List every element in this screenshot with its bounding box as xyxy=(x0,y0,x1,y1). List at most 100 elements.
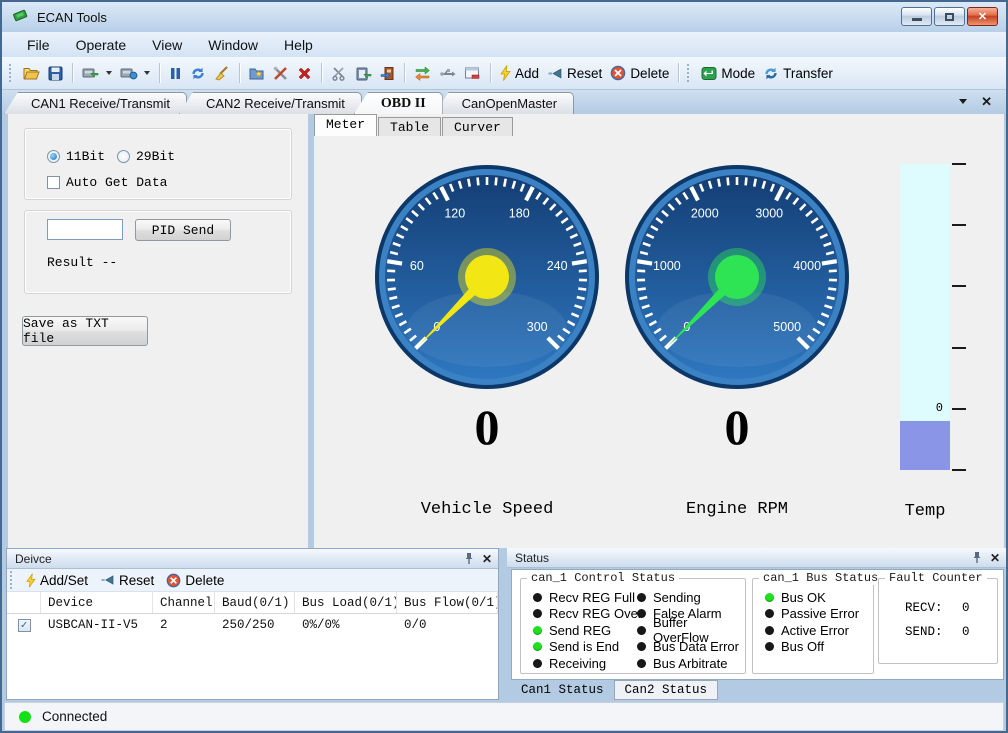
open-file-button[interactable] xyxy=(19,63,44,84)
menu-help[interactable]: Help xyxy=(271,34,326,56)
column-header[interactable]: Bus Load(0/1) xyxy=(295,592,397,613)
delete-item-button[interactable] xyxy=(293,63,316,84)
svg-text:3000: 3000 xyxy=(755,207,783,221)
led-off-icon xyxy=(637,659,646,668)
status-panel-titlebar: Status ✕ xyxy=(507,548,1006,568)
tab-list-dropdown[interactable] xyxy=(959,99,967,104)
fault-send-value: 0 xyxy=(962,625,970,639)
status-panel-title: Status xyxy=(515,551,549,565)
menu-window[interactable]: Window xyxy=(195,34,271,56)
reset-button[interactable]: Reset xyxy=(543,63,606,84)
mode-button[interactable]: Mode xyxy=(697,63,759,84)
vehicle-speed-gauge: 060120180240300 xyxy=(374,164,600,390)
device-add-set-label: Add/Set xyxy=(40,573,88,588)
radio-29bit-circle[interactable] xyxy=(117,150,130,163)
temp-tick xyxy=(952,347,966,349)
temp-zero-label: 0 xyxy=(936,401,943,415)
auto-get-data-checkbox[interactable] xyxy=(47,176,60,189)
maximize-button[interactable] xyxy=(934,7,965,26)
usb-button[interactable] xyxy=(435,63,460,84)
disconnect-dropdown-caret[interactable] xyxy=(144,71,150,75)
open-folder-icon xyxy=(23,66,40,81)
pid-send-button[interactable]: PID Send xyxy=(135,219,231,241)
device-delete-button[interactable]: Delete xyxy=(160,573,230,588)
radio-11bit-label: 11Bit xyxy=(66,149,105,164)
connect-device-button[interactable] xyxy=(78,63,116,84)
pid-input[interactable] xyxy=(47,219,123,240)
cut-button[interactable] xyxy=(327,63,351,84)
device-close-icon[interactable]: ✕ xyxy=(482,553,492,565)
meter-tab-table[interactable]: Table xyxy=(378,117,441,136)
menu-operate[interactable]: Operate xyxy=(63,34,140,56)
menu-file[interactable]: File xyxy=(14,34,63,56)
connect-dropdown-caret[interactable] xyxy=(106,71,112,75)
save-txt-button[interactable]: Save as TXT file xyxy=(22,316,148,346)
menu-view[interactable]: View xyxy=(139,34,195,56)
tab-obd-ii[interactable]: OBD II xyxy=(354,92,443,114)
paste-button[interactable] xyxy=(351,63,376,84)
device-reset-button[interactable]: Reset xyxy=(94,573,160,588)
titlebar: ECAN Tools ✕ xyxy=(2,2,1006,32)
device-pin-icon[interactable] xyxy=(464,552,474,565)
column-header[interactable]: Bus Flow(0/1) xyxy=(397,592,498,613)
status-led-row: Active Error xyxy=(765,622,859,639)
tab-close-button[interactable]: ✕ xyxy=(981,95,992,108)
tools-button[interactable] xyxy=(269,63,293,84)
status-led-row: Recv REG Over xyxy=(533,606,642,623)
refresh-button[interactable] xyxy=(186,63,210,84)
clear-button[interactable] xyxy=(210,63,234,84)
status-led-label: Passive Error xyxy=(781,606,859,621)
reset-arrow-icon xyxy=(100,574,115,586)
delete-button[interactable]: Delete xyxy=(606,62,673,84)
save-button[interactable] xyxy=(44,63,67,84)
device-panel: Deivce ✕ Add/Set Reset xyxy=(6,548,499,700)
window-minus-icon xyxy=(464,66,481,81)
delete-circle-icon xyxy=(610,65,626,81)
meter-content: 060120180240300 010002000300040005000 0 … xyxy=(314,136,1004,548)
svg-text:120: 120 xyxy=(444,207,465,221)
status-pin-icon[interactable] xyxy=(972,551,982,564)
tab-can2-receive-transmit[interactable]: CAN2 Receive/Transmit xyxy=(179,92,362,114)
close-button[interactable]: ✕ xyxy=(967,7,998,26)
meter-tab-meter[interactable]: Meter xyxy=(314,114,377,136)
transfer-button[interactable]: Transfer xyxy=(759,63,837,84)
device-row-checkbox[interactable]: ✓ xyxy=(18,619,31,632)
add-button[interactable]: Add xyxy=(496,62,543,84)
new-folder-icon xyxy=(249,66,265,81)
status-led-row: Passive Error xyxy=(765,606,859,623)
import-button[interactable] xyxy=(376,63,399,84)
fault-counter-title: Fault Counter xyxy=(885,571,987,585)
status-led-row: Bus Arbitrate xyxy=(637,655,745,672)
status-led-label: Bus Arbitrate xyxy=(653,656,727,671)
meter-tab-curver[interactable]: Curver xyxy=(442,117,513,136)
column-header[interactable]: Channel xyxy=(153,592,215,613)
status-tab-can2-status[interactable]: Can2 Status xyxy=(614,680,719,700)
auto-get-data-label: Auto Get Data xyxy=(66,175,167,190)
radio-11bit-circle[interactable] xyxy=(47,150,60,163)
swap-button[interactable] xyxy=(410,63,435,84)
status-close-icon[interactable]: ✕ xyxy=(990,552,1000,564)
auto-get-data-checkbox-row[interactable]: Auto Get Data xyxy=(47,175,167,190)
new-item-button[interactable] xyxy=(245,63,269,84)
status-tab-can1-status[interactable]: Can1 Status xyxy=(511,680,614,700)
device-row[interactable]: ✓USBCAN-II-V52250/2500%/0%0/0 xyxy=(7,614,498,636)
fault-recv-value: 0 xyxy=(962,601,970,615)
svg-text:180: 180 xyxy=(509,207,530,221)
red-x-icon xyxy=(297,66,312,81)
tab-canopenmaster[interactable]: CanOpenMaster xyxy=(435,92,574,114)
minimize-button[interactable] xyxy=(901,7,932,26)
tab-can1-receive-transmit[interactable]: CAN1 Receive/Transmit xyxy=(4,92,187,114)
disconnect-device-button[interactable] xyxy=(116,63,154,84)
status-led-row: Sending xyxy=(637,589,745,606)
status-led-row: Bus OK xyxy=(765,589,859,606)
column-header[interactable]: Device xyxy=(41,592,153,613)
radio-11bit[interactable]: 11Bit xyxy=(47,149,105,164)
temp-tick xyxy=(952,285,966,287)
radio-29bit[interactable]: 29Bit xyxy=(117,149,175,164)
column-header[interactable]: Baud(0/1) xyxy=(215,592,295,613)
status-body: can_1 Control Status Recv REG FullRecv R… xyxy=(511,569,1004,680)
window-minus-button[interactable] xyxy=(460,63,485,84)
led-off-icon xyxy=(533,593,542,602)
device-add-set-button[interactable]: Add/Set xyxy=(20,573,94,588)
pause-button[interactable] xyxy=(165,63,186,84)
